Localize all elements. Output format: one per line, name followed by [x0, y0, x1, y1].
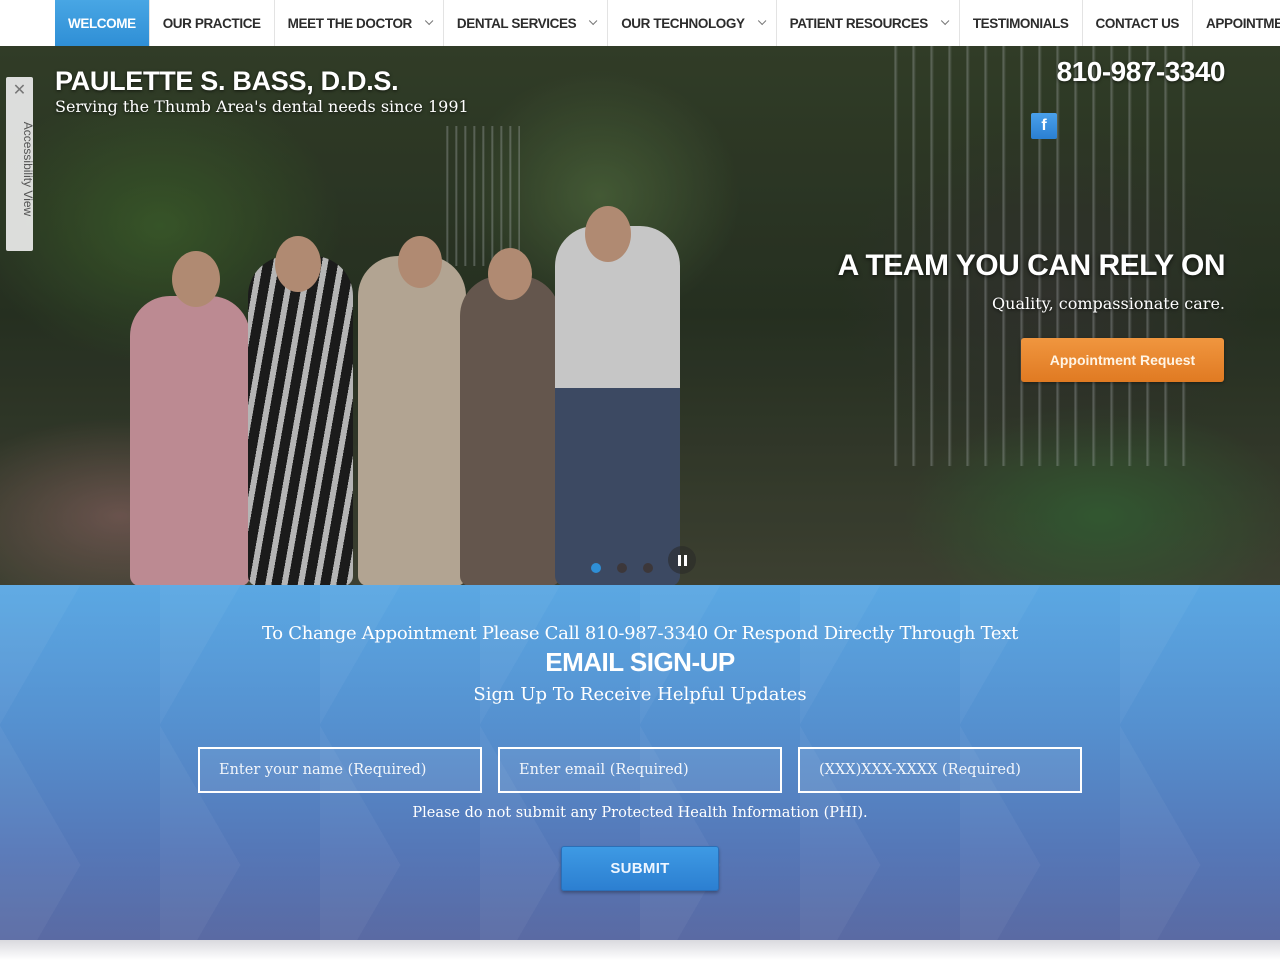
name-input[interactable]	[198, 747, 482, 793]
hero-slider: ✕ Accessibility View PAULETTE S. BASS, D…	[0, 46, 1280, 585]
phi-disclaimer: Please do not submit any Protected Healt…	[412, 805, 868, 821]
nav-item-label: Welcome	[68, 15, 136, 31]
nav-item-label: Dental Services	[456, 15, 577, 31]
chevron-down-icon[interactable]	[757, 16, 766, 26]
signup-subtitle: Sign Up To Receive Helpful Updates	[473, 684, 807, 705]
practice-name[interactable]: PAULETTE S. BASS, D.D.S.	[55, 66, 399, 97]
pause-icon[interactable]	[668, 546, 696, 574]
nav-item-patient-resources[interactable]: Patient Resources	[777, 0, 960, 46]
facebook-icon[interactable]: f	[1031, 113, 1057, 139]
signup-title: EMAIL SIGN-UP	[545, 647, 735, 677]
accessibility-view-label[interactable]: Accessibility View	[21, 89, 35, 249]
nav-item-label: Meet the Doctor	[287, 15, 413, 31]
slider-dot-1[interactable]	[591, 563, 601, 573]
main-navigation: Welcome Our Practice Meet the Doctor Den…	[0, 0, 1280, 46]
pause-icon-bar	[677, 554, 681, 566]
chevron-down-icon[interactable]	[589, 16, 598, 26]
nav-item-label: Patient Resources	[789, 15, 929, 31]
nav-item-our-technology[interactable]: Our Technology	[608, 0, 777, 46]
slider-dot-2[interactable]	[617, 563, 627, 573]
nav-item-welcome[interactable]: Welcome	[55, 0, 150, 46]
phone-input[interactable]	[798, 747, 1082, 793]
slider-dot-3[interactable]	[643, 563, 653, 573]
slide-subtitle: Quality, compassionate care.	[992, 294, 1225, 313]
nav-item-appointment-request[interactable]: Appointment Request	[1193, 0, 1280, 46]
accessibility-view-tab[interactable]: ✕ Accessibility View	[6, 77, 35, 251]
nav-item-label: Our Technology	[621, 15, 745, 31]
slider-pagination	[591, 563, 653, 573]
section-shadow	[0, 940, 1280, 960]
slide-title: A TEAM YOU CAN RELY ON	[837, 249, 1226, 282]
phone-number[interactable]: 810-987-3340	[1057, 56, 1226, 88]
email-signup-section: To Change Appointment Please Call 810-98…	[0, 585, 1280, 940]
nav-item-label: Our Practice	[162, 15, 261, 31]
submit-button[interactable]: SUBMIT	[561, 846, 719, 891]
nav-item-label: Contact Us	[1095, 15, 1180, 31]
nav-item-label: Appointment Request	[1206, 15, 1280, 31]
hero-overlay	[0, 46, 1280, 585]
nav-item-label: Testimonials	[972, 15, 1069, 31]
nav-item-meet-the-doctor[interactable]: Meet the Doctor	[275, 0, 444, 46]
practice-tagline: Serving the Thumb Area's dental needs si…	[55, 97, 469, 116]
nav-item-contact-us[interactable]: Contact Us	[1083, 0, 1194, 46]
email-input[interactable]	[498, 747, 782, 793]
nav-item-testimonials[interactable]: Testimonials	[960, 0, 1083, 46]
pause-icon-bar	[683, 554, 687, 566]
appointment-request-button[interactable]: Appointment Request	[1021, 338, 1224, 382]
chevron-down-icon[interactable]	[940, 16, 950, 26]
chevron-down-icon[interactable]	[424, 16, 434, 26]
nav-list: Welcome Our Practice Meet the Doctor Den…	[55, 0, 1280, 46]
nav-item-dental-services[interactable]: Dental Services	[444, 0, 609, 46]
nav-item-our-practice[interactable]: Our Practice	[150, 0, 275, 46]
change-appointment-notice: To Change Appointment Please Call 810-98…	[261, 623, 1019, 644]
